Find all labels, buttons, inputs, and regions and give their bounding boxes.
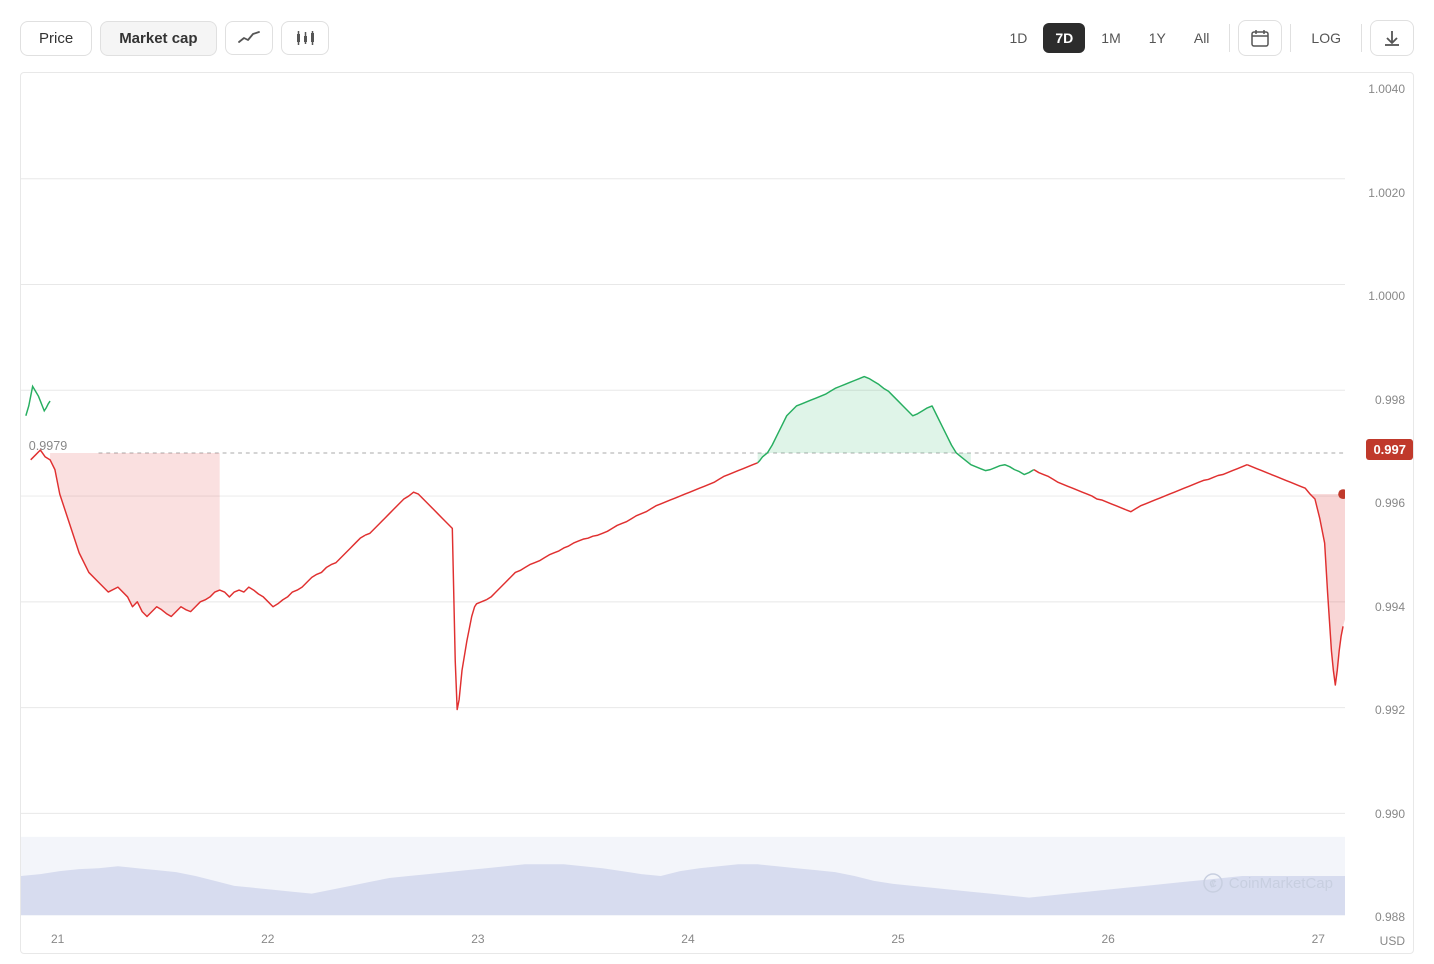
currency-label: USD xyxy=(1380,934,1405,948)
current-price-badge: 0.997 xyxy=(1366,439,1413,460)
y-label-1: 1.0040 xyxy=(1345,83,1405,95)
price-button[interactable]: Price xyxy=(20,21,92,56)
svg-text:0.9979: 0.9979 xyxy=(29,439,68,453)
time-1d[interactable]: 1D xyxy=(997,23,1039,53)
log-button[interactable]: LOG xyxy=(1299,23,1353,53)
time-7d[interactable]: 7D xyxy=(1043,23,1085,53)
divider2 xyxy=(1290,24,1291,52)
market-cap-button[interactable]: Market cap xyxy=(100,21,216,56)
x-label-21: 21 xyxy=(51,932,64,946)
candle-chart-icon[interactable] xyxy=(281,21,329,55)
x-label-25: 25 xyxy=(891,932,904,946)
y-label-4: 0.998 xyxy=(1345,394,1405,406)
line-chart-icon[interactable] xyxy=(225,21,273,55)
main-container: Price Market cap xyxy=(0,0,1434,964)
calendar-icon[interactable] xyxy=(1238,20,1282,56)
svg-text:₡: ₡ xyxy=(1209,879,1216,890)
divider xyxy=(1229,24,1230,52)
time-1y[interactable]: 1Y xyxy=(1137,23,1178,53)
time-1m[interactable]: 1M xyxy=(1089,23,1132,53)
chart-area: 0.9979 1.0040 1.0020 1.0000 0.998 0.996 … xyxy=(20,72,1414,954)
time-all[interactable]: All xyxy=(1182,23,1222,53)
x-axis: 21 22 23 24 25 26 27 xyxy=(31,925,1345,953)
y-label-8: 0.990 xyxy=(1345,808,1405,820)
y-label-3: 1.0000 xyxy=(1345,290,1405,302)
x-label-27: 27 xyxy=(1312,932,1325,946)
download-icon[interactable] xyxy=(1370,20,1414,56)
x-label-24: 24 xyxy=(681,932,694,946)
y-label-2: 1.0020 xyxy=(1345,187,1405,199)
watermark-text: CoinMarketCap xyxy=(1229,875,1333,892)
watermark: ₡ CoinMarketCap xyxy=(1203,873,1333,893)
y-axis: 1.0040 1.0020 1.0000 0.998 0.996 0.994 0… xyxy=(1345,73,1413,953)
y-label-7: 0.992 xyxy=(1345,704,1405,716)
x-label-22: 22 xyxy=(261,932,274,946)
y-label-5: 0.996 xyxy=(1345,497,1405,509)
toolbar-left: Price Market cap xyxy=(20,21,329,56)
divider3 xyxy=(1361,24,1362,52)
y-label-9: 0.988 xyxy=(1345,911,1405,923)
toolbar-right: 1D 7D 1M 1Y All LOG xyxy=(997,20,1414,56)
x-label-23: 23 xyxy=(471,932,484,946)
toolbar: Price Market cap xyxy=(20,20,1414,56)
y-label-6: 0.994 xyxy=(1345,601,1405,613)
x-label-26: 26 xyxy=(1101,932,1114,946)
